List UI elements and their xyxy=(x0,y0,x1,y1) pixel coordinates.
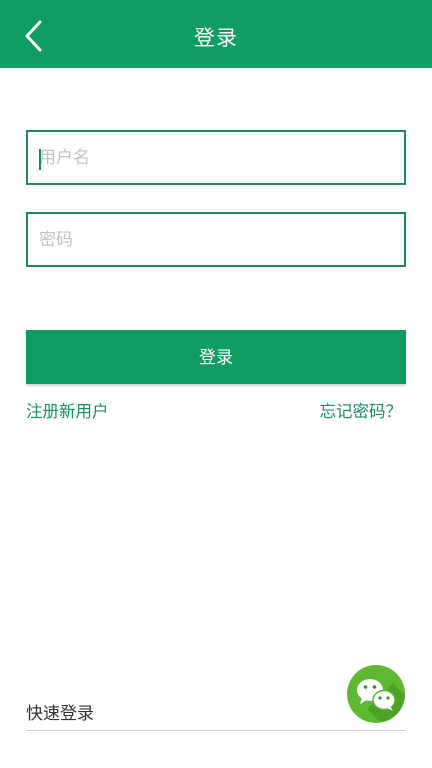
wechat-login-button[interactable] xyxy=(347,665,405,723)
forgot-password-link[interactable]: 忘记密码？ xyxy=(320,400,403,424)
page-title: 登录 xyxy=(194,26,238,50)
divider xyxy=(26,730,406,731)
password-input[interactable] xyxy=(28,214,404,265)
username-input[interactable] xyxy=(28,132,404,183)
username-field[interactable] xyxy=(26,130,406,185)
register-link[interactable]: 注册新用户 xyxy=(26,400,109,424)
text-cursor xyxy=(39,149,41,170)
header-bar: 登录 xyxy=(0,0,432,68)
wechat-icon xyxy=(347,665,405,723)
login-button[interactable]: 登录 xyxy=(26,330,406,384)
password-field[interactable] xyxy=(26,212,406,267)
quick-login-label: 快速登录 xyxy=(26,704,94,724)
